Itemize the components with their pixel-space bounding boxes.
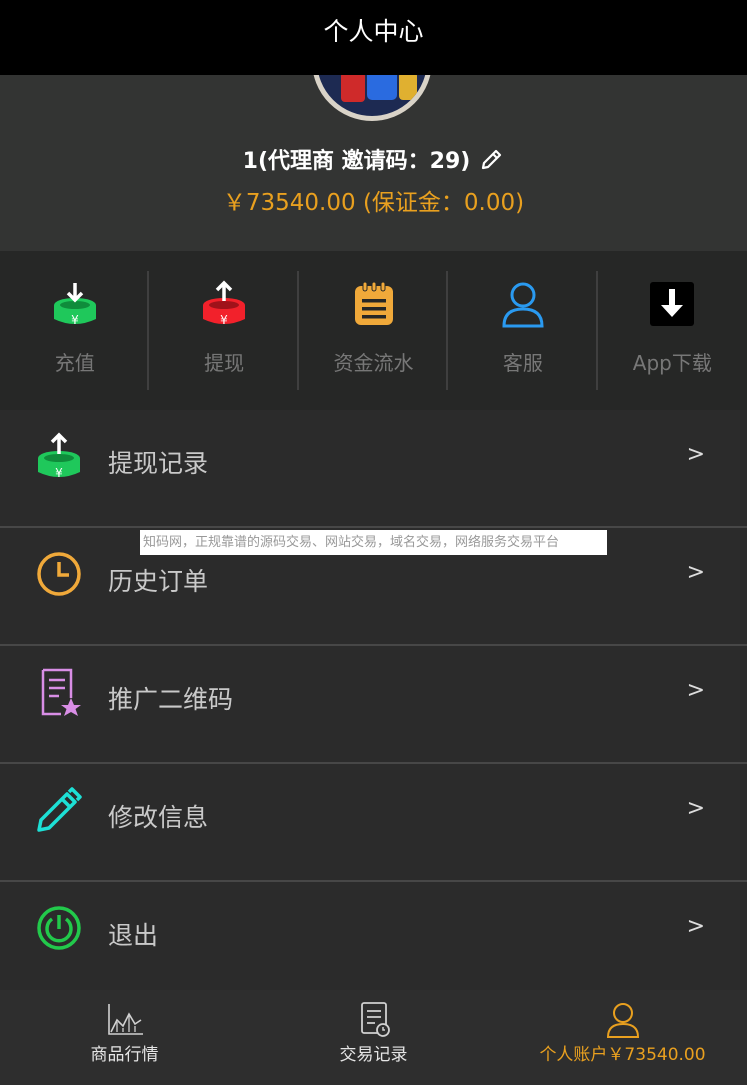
user-info-line: 1(代理商 邀请码：29)	[0, 143, 747, 175]
withdraw-record-icon: ¥	[38, 432, 80, 480]
withdraw-label: 提现	[204, 351, 245, 375]
withdraw-icon: ¥	[203, 280, 246, 327]
menu-item-promo-qrcode[interactable]: 推广二维码 >	[0, 646, 747, 764]
svg-text:¥: ¥	[71, 313, 79, 327]
funds-flow-icon	[354, 281, 393, 325]
customer-service-button[interactable]: 客服	[448, 251, 598, 410]
tab-label-account: 个人账户￥73540.00	[539, 1045, 706, 1065]
chevron-right-icon: >	[686, 442, 705, 467]
svg-text:¥: ¥	[55, 466, 63, 480]
avatar[interactable]	[312, 75, 432, 121]
tab-trade-record[interactable]: 交易记录	[249, 990, 498, 1085]
tab-market[interactable]: 商品行情	[0, 990, 249, 1085]
funds-flow-button[interactable]: 资金流水	[299, 251, 449, 410]
menu-item-logout[interactable]: 退出 >	[0, 882, 747, 1000]
power-icon	[37, 906, 81, 950]
menu-label-edit-info: 修改信息	[108, 803, 209, 832]
recharge-icon: ¥	[53, 283, 96, 327]
chevron-right-icon: >	[686, 914, 705, 939]
market-chart-icon	[107, 1004, 143, 1035]
bottom-tab-bar: 商品行情 交易记录 个人账户￥73540.00	[0, 990, 747, 1085]
balance-line: ￥73540.00 (保证金：0.00)	[222, 190, 525, 216]
clock-icon	[37, 552, 81, 596]
tab-account[interactable]: 个人账户￥73540.00	[498, 990, 747, 1085]
menu-label-promo-qrcode: 推广二维码	[108, 685, 234, 714]
quick-actions-bar: ¥ 充值 ¥ 提现 资金流水 客服 App下载	[0, 251, 747, 410]
profile-section: 1(代理商 邀请码：29) ￥73540.00 (保证金：0.00)	[0, 75, 747, 251]
trade-record-icon	[360, 1002, 390, 1037]
user-name-invite-code: 1(代理商 邀请码：29)	[242, 149, 471, 174]
chevron-right-icon: >	[686, 560, 705, 585]
edit-info-icon	[37, 787, 82, 832]
menu-label-logout: 退出	[108, 921, 159, 950]
app-download-label: App下载	[632, 351, 712, 375]
promo-qrcode-icon	[41, 668, 81, 716]
menu-label-order-history: 历史订单	[108, 567, 209, 596]
pencil-edit-icon[interactable]	[480, 147, 504, 171]
top-nav-bar: 个人中心	[0, 0, 747, 75]
menu-list: ¥ 提现记录 > 历史订单 > 推广二维码 > 修改信息 > 退出 >	[0, 410, 747, 1000]
svg-text:¥: ¥	[220, 313, 228, 327]
menu-label-withdraw-record: 提现记录	[108, 449, 209, 478]
app-download-button[interactable]: App下载	[598, 251, 747, 410]
recharge-button[interactable]: ¥ 充值	[0, 251, 150, 410]
customer-service-label: 客服	[502, 351, 543, 375]
watermark-banner: 知码网，正规靠谱的源码交易、网站交易，域名交易，网络服务交易平台	[140, 530, 607, 555]
account-icon	[606, 1003, 639, 1038]
app-download-icon	[650, 282, 695, 326]
chevron-right-icon: >	[686, 796, 705, 821]
withdraw-button[interactable]: ¥ 提现	[149, 251, 299, 410]
tab-label-market: 商品行情	[90, 1045, 159, 1065]
menu-item-edit-info[interactable]: 修改信息 >	[0, 764, 747, 882]
funds-flow-label: 资金流水	[333, 351, 414, 375]
menu-item-withdraw-record[interactable]: ¥ 提现记录 >	[0, 410, 747, 528]
tab-label-trade-record: 交易记录	[339, 1045, 408, 1065]
page-title: 个人中心	[323, 17, 424, 46]
recharge-label: 充值	[54, 351, 95, 375]
customer-service-icon	[502, 282, 544, 328]
chevron-right-icon: >	[686, 678, 705, 703]
